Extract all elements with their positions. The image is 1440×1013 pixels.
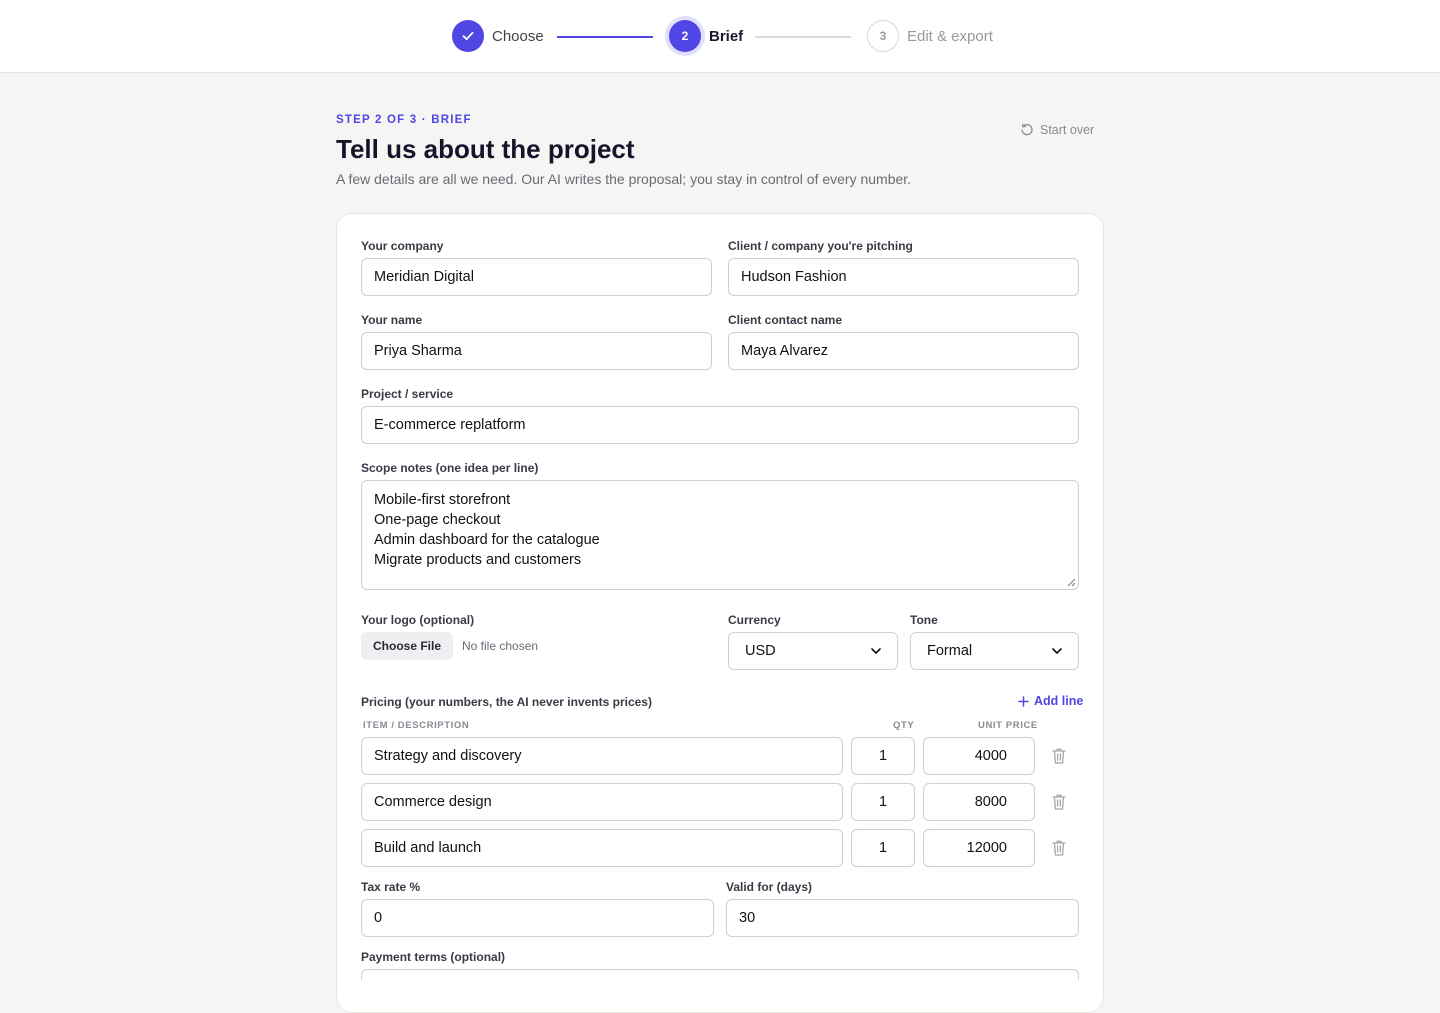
scope-line: One-page checkout <box>374 512 501 528</box>
tone-label: Tone <box>910 613 938 627</box>
choose-file-button[interactable]: Choose File <box>361 632 454 660</box>
trash-icon[interactable] <box>1051 793 1067 811</box>
chevron-down-icon <box>871 647 881 654</box>
currency-label: Currency <box>728 613 781 627</box>
line-item-description-input[interactable]: Build and launch <box>361 829 843 867</box>
step-connector <box>755 36 851 38</box>
client-company-input[interactable]: Hudson Fashion <box>728 258 1079 296</box>
logo-label: Your logo (optional) <box>361 613 475 627</box>
scope-line: Mobile-first storefront <box>374 492 511 508</box>
start-over-label: Start over <box>1040 123 1095 137</box>
step-edit-export[interactable]: 3 Edit & export <box>867 20 993 52</box>
line-item-price-input[interactable]: 4000 <box>923 737 1035 775</box>
line-item-qty-input[interactable]: 1 <box>851 737 915 775</box>
tone-select[interactable]: Formal <box>910 632 1079 670</box>
scope-line: Migrate products and customers <box>374 552 582 568</box>
step-brief[interactable]: 2 Brief <box>669 20 743 52</box>
tax-rate-label: Tax rate % <box>361 880 421 894</box>
your-name-label: Your name <box>361 313 423 327</box>
chevron-down-icon <box>1052 647 1062 654</box>
currency-select[interactable]: USD <box>728 632 898 670</box>
project-label: Project / service <box>361 387 454 401</box>
step-eyebrow: STEP 2 OF 3 · BRIEF <box>336 114 472 126</box>
pricing-label: Pricing (your numbers, the AI never inve… <box>361 695 652 709</box>
valid-for-label: Valid for (days) <box>726 880 813 894</box>
project-input[interactable]: E-commerce replatform <box>361 406 1079 444</box>
file-status: No file chosen <box>462 639 539 653</box>
scope-notes-textarea[interactable]: Mobile-first storefront One-page checkou… <box>361 480 1079 590</box>
page-title: Tell us about the project <box>336 134 635 164</box>
line-item-price-input[interactable]: 8000 <box>923 783 1035 821</box>
start-over-button[interactable]: Start over <box>1020 123 1094 137</box>
step-label: Choose <box>492 27 544 45</box>
your-name-input[interactable]: Priya Sharma <box>361 332 712 370</box>
step-number: 3 <box>867 20 899 52</box>
line-item-description-input[interactable]: Commerce design <box>361 783 843 821</box>
add-line-button[interactable]: Add line <box>1018 694 1083 708</box>
step-label: Brief <box>709 27 744 45</box>
check-icon <box>452 20 484 52</box>
step-connector <box>557 36 653 38</box>
column-header-unit-price: UNIT PRICE <box>978 720 1038 731</box>
scope-line: Admin dashboard for the catalogue <box>374 532 600 548</box>
page-subtitle: A few details are all we need. Our AI wr… <box>336 171 912 187</box>
add-line-label: Add line <box>1034 694 1084 708</box>
valid-for-input[interactable]: 30 <box>726 899 1079 937</box>
column-header-item: ITEM / DESCRIPTION <box>363 720 470 731</box>
scope-notes-label: Scope notes (one idea per line) <box>361 461 539 475</box>
payment-terms-label: Payment terms (optional) <box>361 950 506 964</box>
step-label: Edit & export <box>907 27 993 45</box>
client-contact-input[interactable]: Maya Alvarez <box>728 332 1079 370</box>
your-company-label: Your company <box>361 239 444 253</box>
payment-terms-input[interactable] <box>361 969 1079 980</box>
line-item-qty-input[interactable]: 1 <box>851 783 915 821</box>
step-number: 2 <box>669 20 701 52</box>
column-header-qty: QTY <box>893 720 915 731</box>
resize-handle-icon[interactable] <box>1067 578 1076 587</box>
line-item-description-input[interactable]: Strategy and discovery <box>361 737 843 775</box>
restart-icon <box>1021 123 1033 136</box>
your-company-input[interactable]: Meridian Digital <box>361 258 712 296</box>
trash-icon[interactable] <box>1051 747 1067 765</box>
tone-value: Formal <box>927 643 973 659</box>
client-contact-label: Client contact name <box>728 313 843 327</box>
client-company-label: Client / company you're pitching <box>728 239 913 253</box>
line-item-price-input[interactable]: 12000 <box>923 829 1035 867</box>
plus-icon <box>1018 695 1029 707</box>
stepper-bar: Choose 2 Brief 3 Edit & export <box>0 0 1440 73</box>
currency-value: USD <box>745 643 776 659</box>
tax-rate-input[interactable]: 0 <box>361 899 714 937</box>
trash-icon[interactable] <box>1051 839 1067 857</box>
step-choose[interactable]: Choose <box>452 20 544 52</box>
line-item-qty-input[interactable]: 1 <box>851 829 915 867</box>
